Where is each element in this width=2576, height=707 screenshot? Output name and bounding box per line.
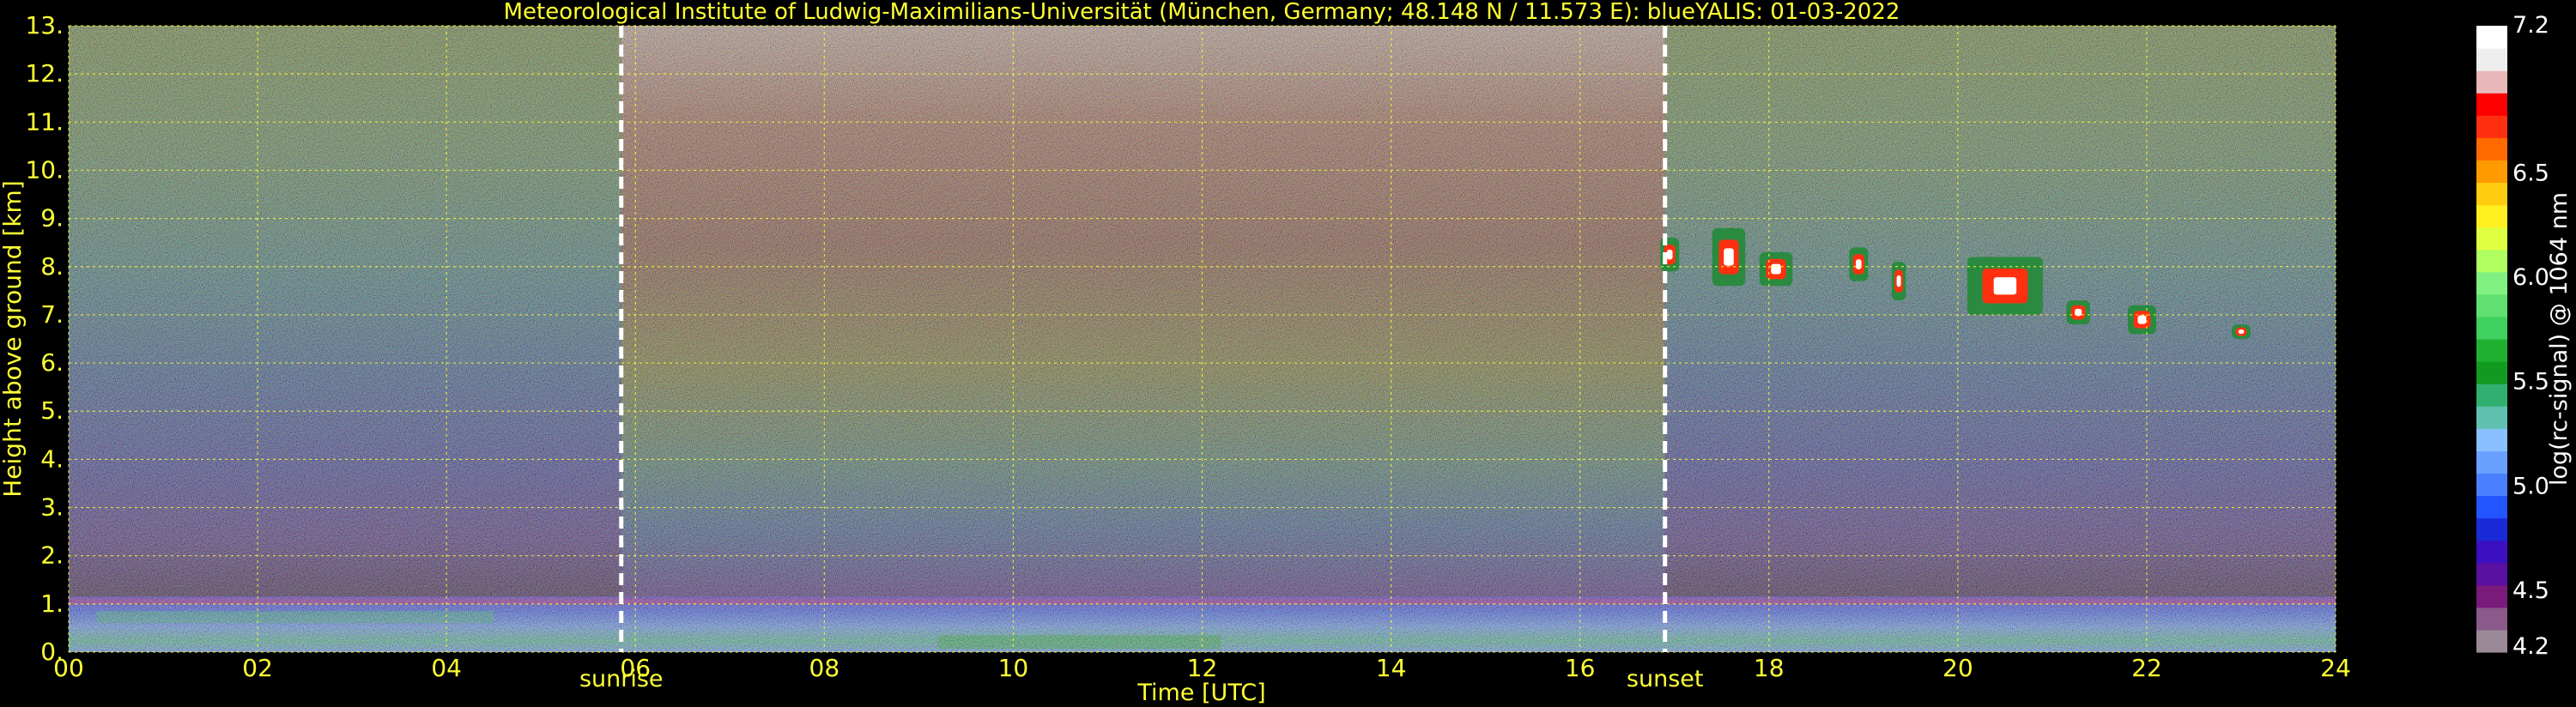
colorbar-tick-label: 5.5 (2512, 369, 2549, 396)
cloud-core-peak (1666, 249, 1673, 260)
y-tick-label: 5. (40, 396, 64, 425)
cloud-core-peak (2137, 315, 2147, 324)
cloud-core-peak (1896, 275, 1901, 287)
colorbar-segment (2476, 93, 2507, 116)
cloud-core-peak (1724, 248, 1734, 266)
x-tick-label: 12 (1187, 654, 1218, 682)
colorbar-tick-label: 4.2 (2512, 633, 2549, 660)
colorbar-tick-label: 6.5 (2512, 160, 2549, 186)
colorbar-segment (2476, 540, 2507, 564)
colorbar-segment (2476, 428, 2507, 451)
y-tick-label: 8. (40, 252, 64, 281)
y-tick-label: 7. (40, 300, 64, 329)
y-tick-label: 3. (40, 493, 64, 522)
colorbar-segment (2476, 406, 2507, 429)
colorbar-segment (2476, 227, 2507, 251)
colorbar-segment (2476, 361, 2507, 384)
x-axis-label: Time [UTC] (1136, 680, 1265, 706)
colorbar-segment (2476, 607, 2507, 631)
colorbar-segment (2476, 182, 2507, 206)
cloud-core-peak (2238, 329, 2245, 335)
x-tick-label: 02 (242, 654, 273, 682)
y-tick-label: 12. (25, 59, 64, 88)
y-axis-label: Height above ground [km] (0, 180, 27, 498)
colorbar-tick-label: 6.0 (2512, 264, 2549, 291)
colorbar-segment (2476, 48, 2507, 71)
cloud-core-peak (1771, 263, 1781, 275)
y-tick-label: 1. (40, 589, 64, 618)
colorbar-segment (2476, 339, 2507, 362)
x-tick-label: 14 (1376, 654, 1407, 682)
colorbar-segment (2476, 562, 2507, 586)
colorbar-segment (2476, 473, 2507, 497)
colorbar-segment (2476, 450, 2507, 474)
colorbar-tick-label: 5.0 (2512, 473, 2549, 499)
colorbar-tick-label: 7.2 (2512, 12, 2549, 39)
colorbar-tick-label: 4.5 (2512, 577, 2549, 604)
colorbar-segment (2476, 271, 2507, 295)
y-tick-label: 4. (40, 444, 64, 473)
chart-title: Meteorological Institute of Ludwig-Maxim… (504, 0, 1900, 25)
colorbar-segment (2476, 384, 2507, 407)
colorbar-segment (2476, 249, 2507, 273)
x-tick-label: 16 (1565, 654, 1596, 682)
lidar-chart: sunrise sunset 00 02 04 06 08 10 12 14 16 18 20 22 24… (0, 0, 2573, 706)
colorbar-segment (2476, 629, 2507, 653)
colorbar-segment (2476, 316, 2507, 340)
colorbar-segment (2476, 160, 2507, 184)
x-tick-label: 08 (809, 654, 840, 682)
cloud-core-peak (1855, 259, 1862, 269)
colorbar: 4.2 4.5 5.0 5.5 6.0 6.5 7.2 (2476, 12, 2549, 660)
colorbar-segment (2476, 26, 2507, 49)
x-tick-label: 04 (431, 654, 462, 682)
y-tick-label: 9. (40, 204, 64, 233)
y-tick-label: 11. (25, 107, 64, 136)
y-tick-label: 13. (25, 11, 64, 39)
cloud-core-peak (1993, 277, 2017, 295)
colorbar-label: log(rc-signal) @ 1064 nm (2546, 192, 2573, 486)
y-tick-label: 6. (40, 348, 64, 377)
y-tick-label: 2. (40, 541, 64, 570)
colorbar-segment (2476, 517, 2507, 541)
x-tick-label: 06 (620, 654, 651, 682)
colorbar-segment (2476, 115, 2507, 138)
x-tick-label: 20 (1943, 654, 1973, 682)
colorbar-segment (2476, 584, 2507, 608)
x-tick-label: 24 (2320, 654, 2351, 682)
colorbar-segment (2476, 293, 2507, 317)
x-tick-label: 10 (998, 654, 1029, 682)
y-tick-label: 0. (40, 638, 64, 666)
y-tick-label: 10. (25, 155, 64, 184)
colorbar-segment (2476, 204, 2507, 228)
colorbar-segment (2476, 137, 2507, 161)
colorbar-segment (2476, 495, 2507, 519)
x-tick-label: 18 (1754, 654, 1785, 682)
colorbar-segment (2476, 70, 2507, 94)
event-label: sunset (1627, 666, 1704, 692)
x-tick-label: 22 (2131, 654, 2162, 682)
